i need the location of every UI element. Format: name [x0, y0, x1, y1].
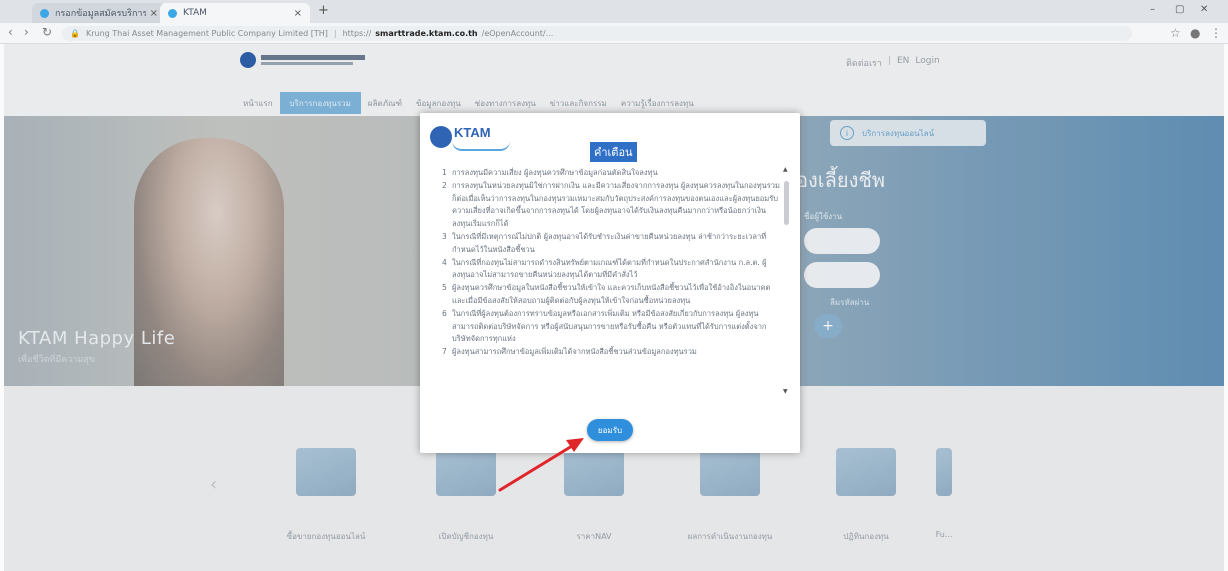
screen: กรอกข้อมูลสมัครบริการ - KTAM × KTAM × + … — [0, 0, 1228, 571]
annotation-arrow-icon — [498, 438, 584, 492]
